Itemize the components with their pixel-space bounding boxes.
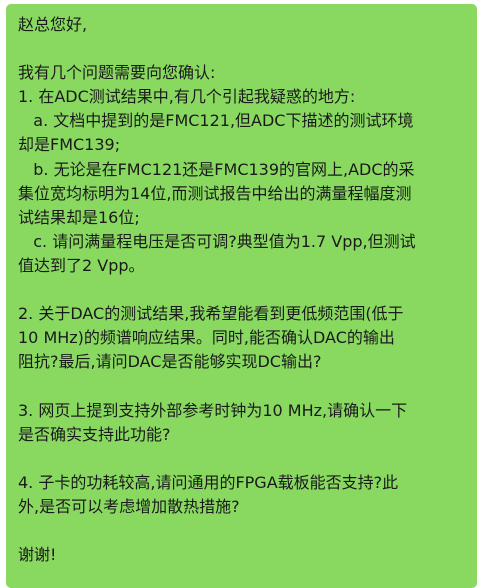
message-line: 2. 关于DAC的测试结果,我希望能看到更低频范围(低于 [18,304,404,324]
message-line: 10 MHz)的频谱响应结果。同时,能否确认DAC的输出 [18,328,395,348]
message-line: c. 请问满量程电压是否可调?典型值为1.7 Vpp,但测试 [18,231,416,251]
message-line: 我有几个问题需要向您确认: [18,63,216,83]
message-line: 赵总您好, [18,15,88,34]
message-line: 3. 网页上提到支持外部参考时钟为10 MHz,请确认一下 [18,400,408,420]
message-line: 却是FMC139; [18,135,121,155]
message-line: b. 无论是在FMC121还是FMC139的官网上,ADC的采 [18,159,415,179]
message-line: 1. 在ADC测试结果中,有几个引起我疑惑的地方: [18,87,356,107]
message-line: 试结果却是16位; [18,207,140,227]
message-line: a. 文档中提到的是FMC121,但ADC下描述的测试环境 [18,111,414,131]
message-line: 4. 子卡的功耗较高,请问通用的FPGA载板能否支持?此 [18,472,399,492]
message-line: 外,是否可以考虑增加散热措施? [18,496,240,516]
message-line: 值达到了2 Vpp。 [18,255,145,275]
message-line: 谢谢! [18,545,57,565]
message-line: 阻抗?最后,请问DAC是否能够实现DC输出? [18,352,322,372]
message-line: 是否确实支持此功能? [18,424,171,444]
chat-message-bubble[interactable]: 赵总您好, 我有几个问题需要向您确认: 1. 在ADC测试结果中,有几个引起我疑… [6,4,477,588]
message-line: 集位宽均标明为14位,而测试报告中给出的满量程幅度测 [18,183,412,203]
